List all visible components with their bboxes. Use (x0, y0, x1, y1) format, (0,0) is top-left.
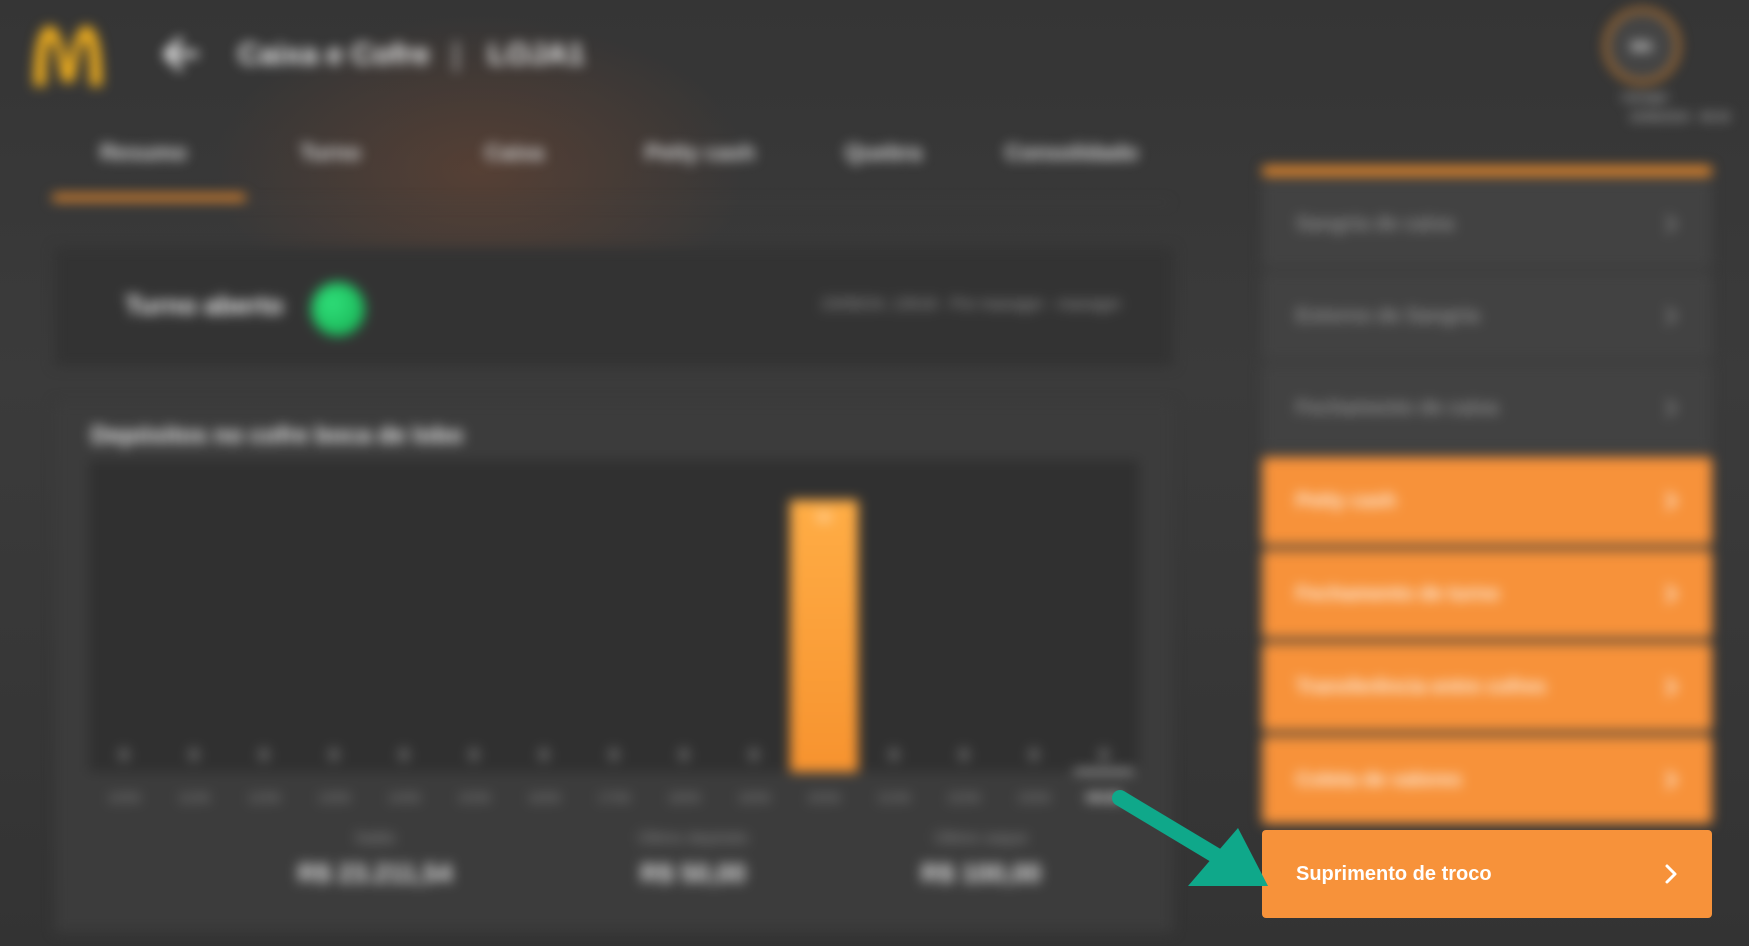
deposits-chart-card: Depósitos no cofre boca de lobo 0 10/06 0 1… (55, 402, 1173, 932)
deposits-bar-chart: 0 10/06 0 11/06 0 12/06 0 13/06 0 14/06 0 15/06 0 16/… (89, 460, 1139, 805)
chart-x-tick-label: 11/06 (178, 790, 210, 805)
chart-value-label: 0 (1030, 747, 1039, 764)
stat-last-withdrawal-label: Último saque (934, 830, 1028, 847)
stat-last-withdrawal: Último saque R$ 100,00 (861, 830, 1101, 889)
tab-turno[interactable]: Turno (300, 140, 361, 166)
tab-caixa[interactable]: Caixa (485, 140, 544, 166)
menu-item-fechamento-caixa[interactable]: Fechamento de caixa (1262, 364, 1712, 452)
menu-accent-bar (1262, 166, 1712, 176)
menu-item-label: Coleta de valores (1296, 768, 1462, 791)
chevron-right-icon (1665, 584, 1678, 604)
tab-quebra[interactable]: Quebra (845, 140, 922, 166)
user-avatar[interactable]: MA (1604, 8, 1680, 84)
shift-status-label: Turno aberto (125, 290, 284, 320)
stat-last-withdrawal-value: R$ 100,00 (921, 858, 1041, 888)
tab-resumo[interactable]: Resumo (100, 140, 187, 166)
chart-value-label: 0 (610, 747, 619, 764)
chevron-right-icon (1665, 491, 1678, 511)
menu-item-sangria[interactable]: Sangria de caixa (1262, 180, 1712, 268)
chevron-right-icon (1665, 677, 1678, 697)
chart-value-label: 0 (680, 747, 689, 764)
stat-saldo-label: Saldo (354, 830, 396, 847)
chevron-right-icon (1665, 214, 1678, 234)
chart-value-label: 0 (190, 747, 199, 764)
chart-x-tick-label: 21/06 (878, 790, 911, 805)
chart-x-tick-label: 15/06 (458, 790, 491, 805)
stat-last-deposit: Último depósito R$ 50,00 (573, 830, 813, 889)
menu-item-label: Fechamento de turno (1296, 582, 1500, 605)
tab-petty-cash[interactable]: Petty cash (645, 140, 755, 166)
chart-bar (790, 500, 858, 772)
chart-x-tick-label: 10/06 (108, 790, 141, 805)
menu-item-coleta-valores[interactable]: Coleta de valores (1262, 736, 1712, 824)
chevron-right-icon (1665, 864, 1677, 884)
menu-item-label: Suprimento de troco (1296, 862, 1492, 885)
chart-x-tick-label: 13/06 (318, 790, 351, 805)
menu-item-fechamento-turno[interactable]: Fechamento de turno (1262, 550, 1712, 638)
shift-open-indicator (311, 282, 365, 336)
chart-value-label: 0 (120, 747, 129, 764)
chart-value-label: 50 (816, 509, 832, 525)
stat-saldo-value: R$ 23.211,54 (297, 858, 453, 888)
title-separator: | (452, 36, 461, 72)
menu-item-label: Fechamento de caixa (1296, 396, 1499, 419)
avatar-initials: MA (1631, 38, 1653, 54)
chevron-right-icon (1665, 398, 1678, 418)
stat-last-deposit-value: R$ 50,00 (640, 858, 746, 888)
stat-last-deposit-label: Último depósito (637, 830, 749, 847)
menu-item-suprimento-troco[interactable]: Suprimento de troco (1262, 830, 1712, 918)
menu-item-estorno-sangria[interactable]: Estorno de Sangria (1262, 272, 1712, 360)
store-name: LOJA1 (488, 38, 585, 71)
stat-saldo: Saldo R$ 23.211,54 (255, 830, 495, 889)
chart-x-tick-label: 16/06 (528, 790, 561, 805)
menu-item-transferencia-cofres[interactable]: Transferência entre cofres (1262, 643, 1712, 731)
chart-x-tick-label: 14/06 (388, 790, 421, 805)
chart-x-tick-label: 17/06 (598, 790, 631, 805)
menu-item-label: Petty cash (1296, 489, 1397, 512)
chart-value-label: 0 (330, 747, 339, 764)
chart-value-label: 0 (400, 747, 409, 764)
shift-info: 23/06/24, 13h16 - Por manager - manager (821, 296, 1121, 313)
chart-x-tick-label: 23/06 (1018, 790, 1051, 805)
blurred-page: Caixa e Cofre | LOJA1 MA manager 23/06/2… (0, 0, 1749, 946)
chevron-right-icon (1665, 770, 1678, 790)
chart-value-label: 0 (540, 747, 549, 764)
chart-today-marker (1074, 770, 1134, 773)
user-datetime: 23/06/2024 · 09:30 (1629, 110, 1730, 124)
back-arrow-icon[interactable] (160, 34, 200, 74)
chart-value-label: 0 (470, 747, 479, 764)
user-name: manager (1621, 90, 1669, 104)
menu-item-label: Transferência entre cofres (1296, 675, 1547, 698)
chart-x-tick-label: 20/06 (808, 790, 841, 805)
chart-value-label: 0 (1100, 747, 1109, 764)
shift-status-card: Turno aberto 23/06/24, 13h16 - Por manag… (55, 248, 1173, 366)
mcdonalds-logo (34, 26, 102, 86)
chart-value-label: 0 (260, 747, 269, 764)
tab-consolidado[interactable]: Consolidado (1005, 140, 1138, 166)
chart-x-tick-label: 19/06 (738, 790, 771, 805)
menu-item-label: Sangria de caixa (1296, 212, 1454, 235)
chart-x-tick-label: 12/06 (248, 790, 281, 805)
chart-value-label: 0 (750, 747, 759, 764)
page-title: Caixa e Cofre (238, 38, 430, 71)
menu-item-label: Estorno de Sangria (1296, 304, 1480, 327)
chart-x-tick-label: 22/06 (948, 790, 981, 805)
menu-item-petty-cash[interactable]: Petty cash (1262, 457, 1712, 545)
callout-arrow-icon (1112, 790, 1268, 886)
chart-value-label: 0 (890, 747, 899, 764)
chart-value-label: 0 (960, 747, 969, 764)
chart-plot-area (89, 460, 1139, 772)
chart-x-tick-label: 18/06 (668, 790, 701, 805)
active-tab-indicator (52, 194, 246, 201)
chart-title: Depósitos no cofre boca de lobo (91, 422, 464, 449)
chevron-right-icon (1665, 306, 1678, 326)
